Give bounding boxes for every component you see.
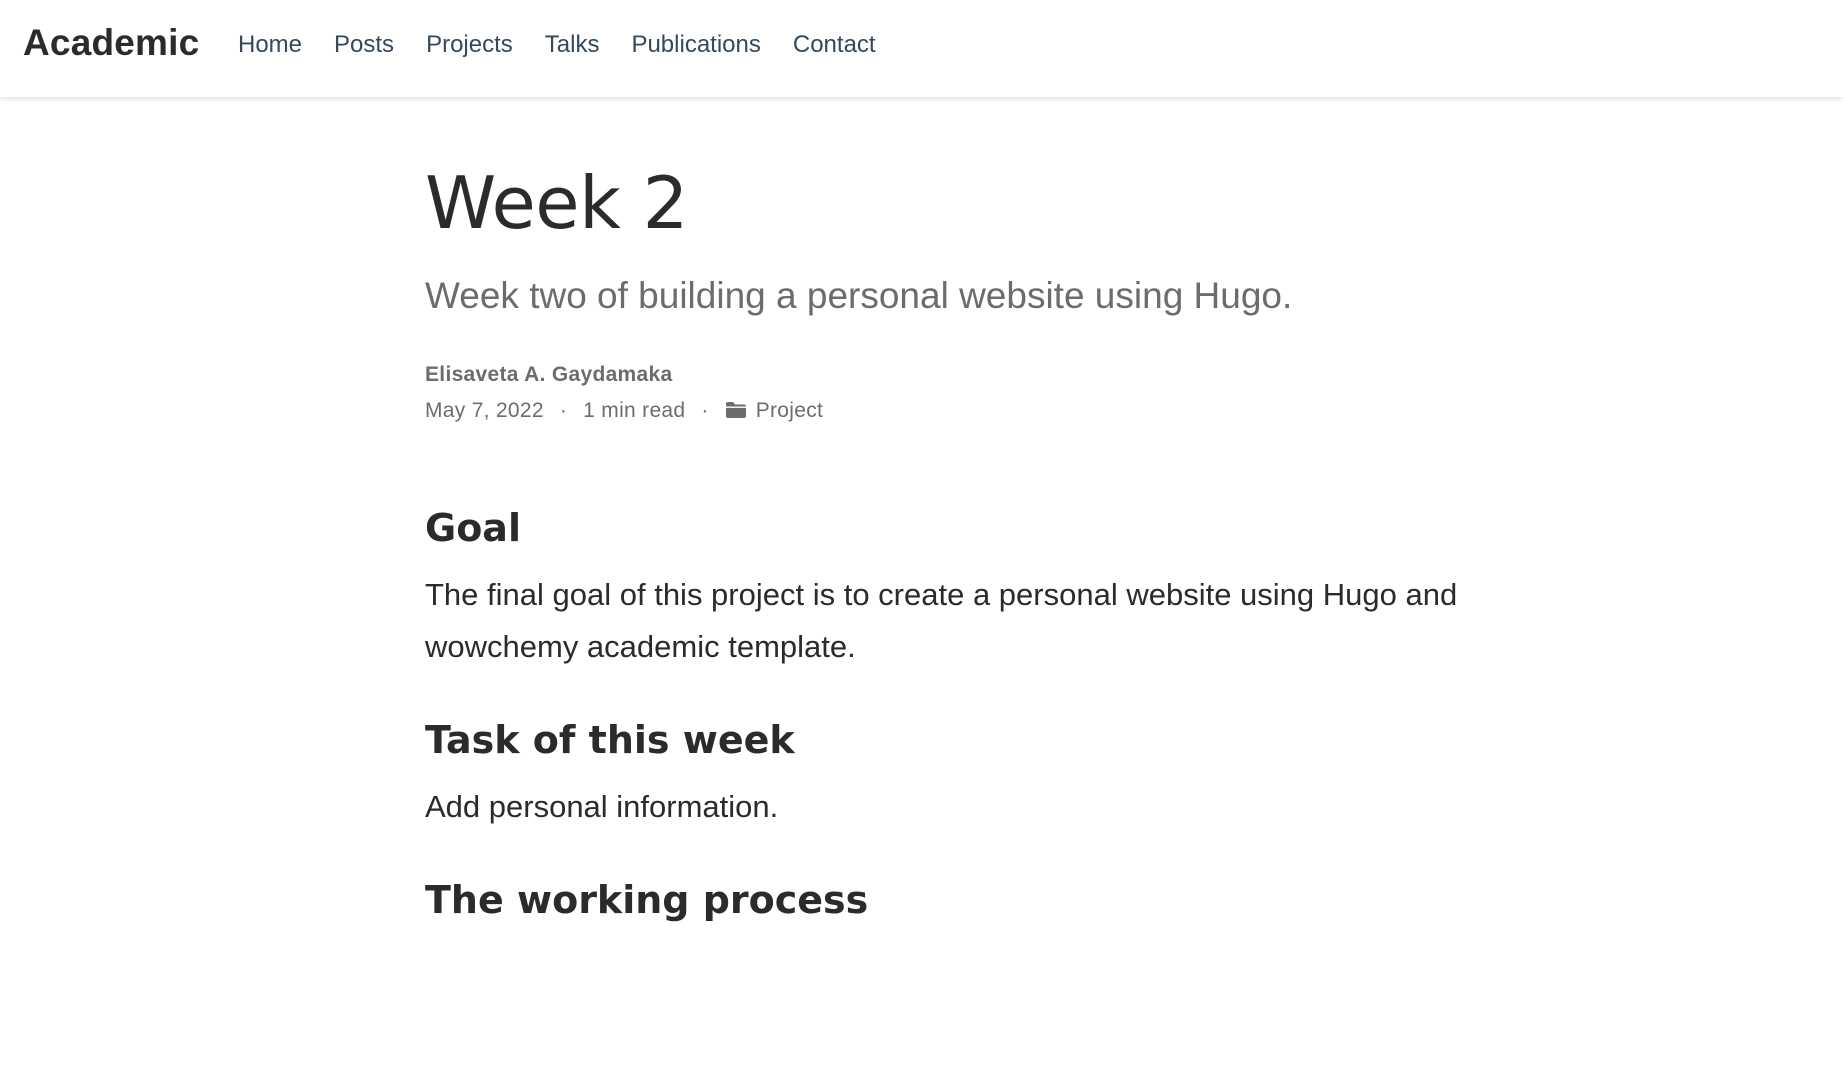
- meta-separator: ·: [559, 399, 568, 422]
- section-task: Task of this week Add personal informati…: [425, 717, 1525, 833]
- section-paragraph: The final goal of this project is to cre…: [425, 577, 1458, 664]
- section-goal: Goal The final goal of this project is t…: [425, 505, 1525, 673]
- page-subtitle: Week two of building a personal website …: [425, 275, 1293, 316]
- nav-link-publications[interactable]: Publications: [631, 30, 760, 60]
- nav-link-contact[interactable]: Contact: [793, 30, 876, 60]
- folder-icon: [725, 401, 747, 419]
- article: Week 2 Week two of building a personal w…: [425, 160, 1525, 923]
- nav-link-projects[interactable]: Projects: [426, 30, 513, 60]
- section-working-process: The working process: [425, 877, 1525, 923]
- site-brand-link[interactable]: Academic: [23, 22, 199, 64]
- nav-link-talks[interactable]: Talks: [545, 30, 600, 60]
- author-name: Elisaveta A. Gaydamaka: [425, 363, 673, 386]
- nav-link-posts[interactable]: Posts: [334, 30, 394, 60]
- section-heading: The working process: [425, 878, 869, 922]
- category-link[interactable]: Project: [756, 399, 823, 423]
- section-heading: Task of this week: [425, 718, 795, 762]
- publish-date: May 7, 2022: [425, 399, 544, 422]
- section-heading: Goal: [425, 506, 521, 550]
- navbar: Academic Home Posts Projects Talks Publi…: [0, 0, 1843, 97]
- page-title: Week 2: [425, 161, 688, 245]
- article-metadata: May 7, 2022 · 1 min read · Project: [425, 399, 1525, 423]
- main-nav: Home Posts Projects Talks Publications C…: [238, 30, 908, 60]
- meta-separator: ·: [701, 399, 709, 422]
- nav-link-home[interactable]: Home: [238, 30, 302, 60]
- section-paragraph: Add personal information.: [425, 789, 779, 824]
- reading-time: 1 min read: [583, 399, 686, 422]
